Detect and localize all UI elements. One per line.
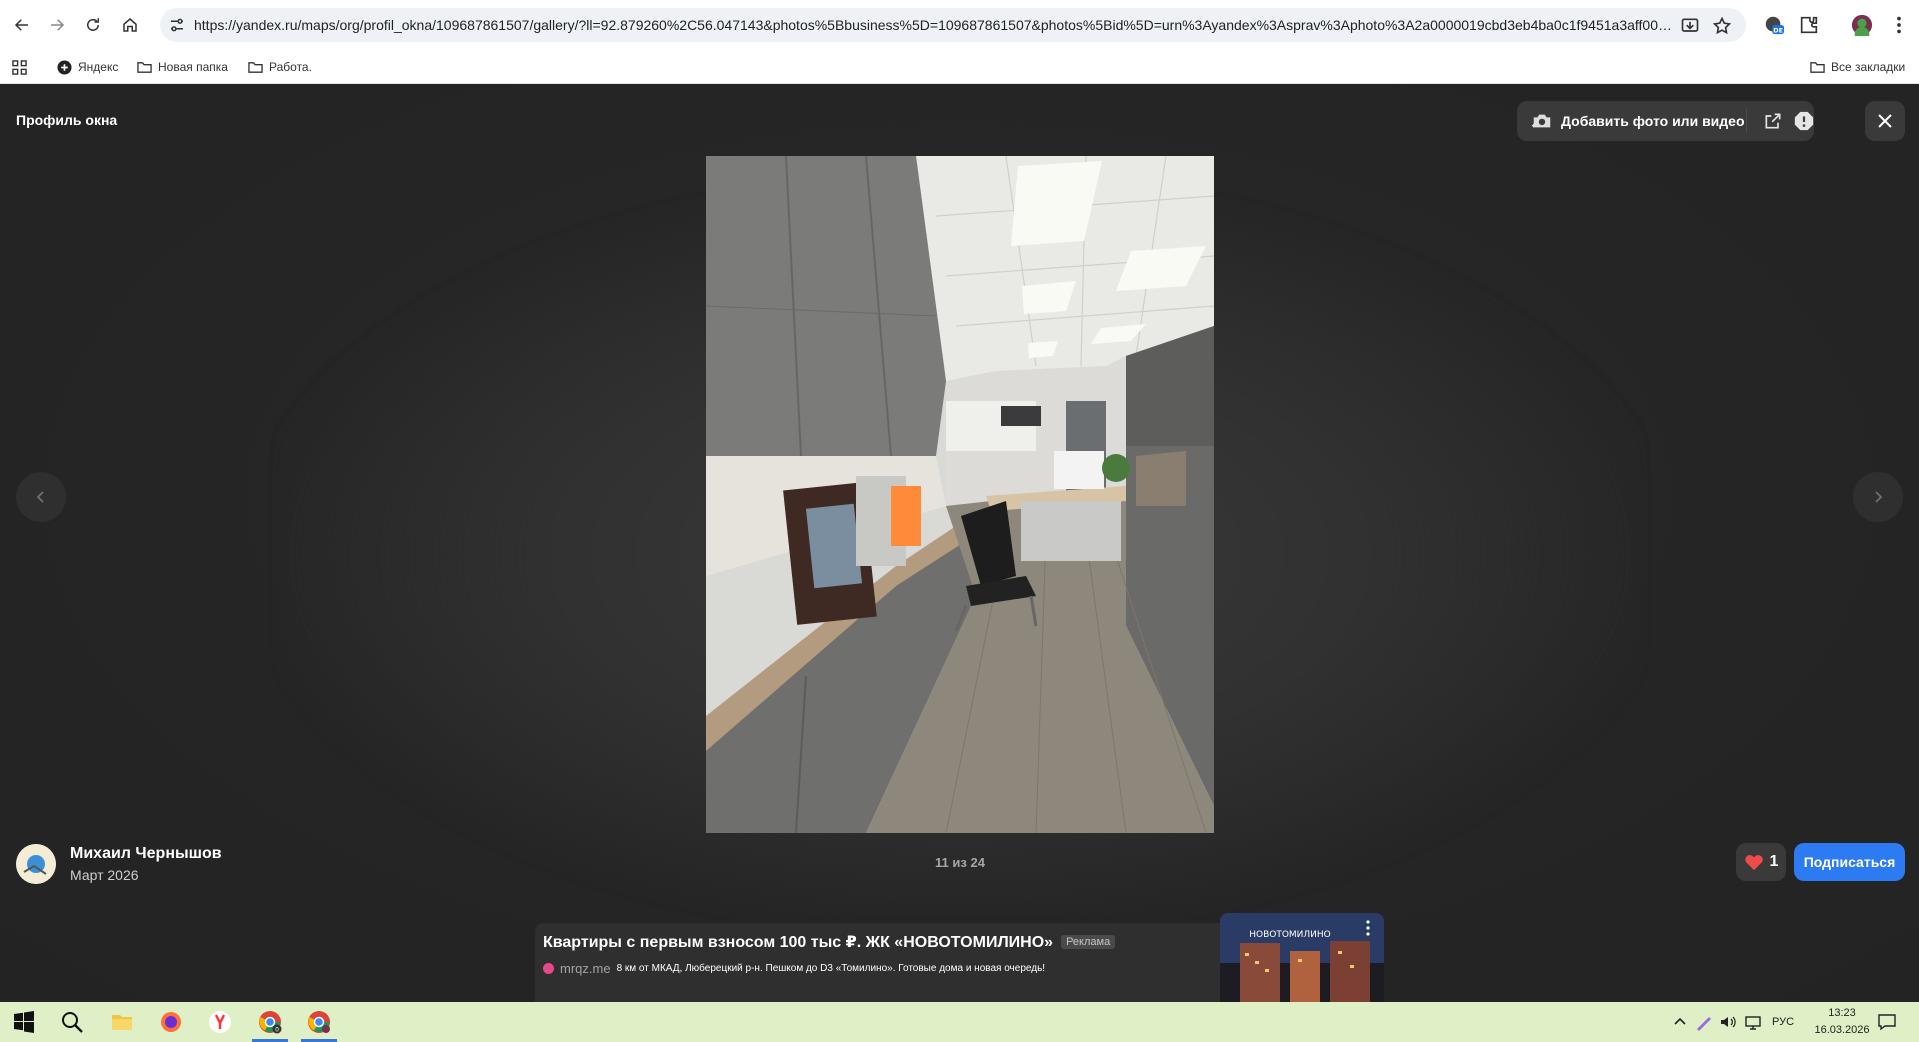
- svg-text:DE: DE: [1773, 26, 1783, 34]
- bookmark-label: Новая папка: [158, 60, 228, 74]
- network-icon[interactable]: [1744, 1013, 1762, 1031]
- file-explorer-icon[interactable]: [110, 1010, 134, 1034]
- add-photo-label: Добавить фото или видео: [1561, 113, 1745, 129]
- extensions-icon[interactable]: [1798, 14, 1820, 36]
- windows-start-icon[interactable]: [12, 1010, 36, 1034]
- toolbar-divider: [1746, 109, 1747, 133]
- chrome-icon[interactable]: 0: [258, 1010, 282, 1034]
- yandex-plus-icon: [57, 59, 72, 75]
- close-icon: [1878, 114, 1892, 128]
- office-interior-image: [706, 156, 1214, 833]
- clock-time[interactable]: 13:23: [1822, 1007, 1862, 1019]
- browser-toolbar: https://yandex.ru/maps/org/profil_okna/1…: [0, 0, 1919, 50]
- arrow-right-icon: [51, 19, 65, 31]
- report-icon[interactable]: [1793, 110, 1815, 132]
- bookmark-folder-work[interactable]: Работа.: [248, 58, 312, 76]
- viewer-toolbar: Добавить фото или видео: [1517, 101, 1814, 141]
- profile-avatar[interactable]: [1851, 14, 1873, 42]
- organization-title: Профиль окна: [16, 112, 118, 128]
- svg-text:НОВОТОМИЛИНО: НОВОТОМИЛИНО: [1249, 930, 1331, 940]
- svg-text:0: 0: [275, 1027, 279, 1034]
- folder-icon: [1810, 61, 1825, 73]
- all-bookmarks[interactable]: Все закладки: [1810, 58, 1905, 76]
- translate-extension-icon[interactable]: DE: [1763, 14, 1785, 36]
- install-app-icon[interactable]: [1680, 16, 1700, 36]
- apps-button[interactable]: [12, 58, 27, 76]
- yandex-browser-icon[interactable]: [208, 1010, 232, 1034]
- subscribe-button[interactable]: Подписаться: [1794, 843, 1905, 881]
- ad-domain[interactable]: mrqz.me: [560, 961, 611, 976]
- address-bar[interactable]: https://yandex.ru/maps/org/profil_okna/1…: [160, 8, 1746, 42]
- search-icon[interactable]: [60, 1010, 84, 1034]
- volume-icon[interactable]: [1719, 1013, 1737, 1031]
- site-settings-icon[interactable]: [168, 16, 186, 34]
- ad-label-badge: Реклама: [1061, 935, 1116, 949]
- ad-banner[interactable]: Квартиры с первым взносом 100 тыс ₽. ЖК …: [535, 913, 1384, 1002]
- chevron-right-icon: [1875, 491, 1883, 503]
- home-button[interactable]: [118, 13, 142, 37]
- ad-menu-icon[interactable]: [1362, 919, 1374, 937]
- firefox-icon[interactable]: [159, 1010, 183, 1034]
- bookmark-folder-new[interactable]: Новая папка: [137, 58, 228, 76]
- ad-building-image: НОВОТОМИЛИНО: [1220, 913, 1384, 1002]
- menu-dots-icon[interactable]: [1888, 14, 1910, 36]
- heart-icon: [1744, 855, 1763, 871]
- notifications-icon[interactable]: [1877, 1012, 1897, 1032]
- photo-viewer: Профиль окна Добавить фото или видео Мих…: [0, 84, 1919, 1002]
- bookmark-yandex[interactable]: Яндекс: [57, 58, 118, 76]
- forward-button[interactable]: [45, 13, 69, 37]
- photo-date: Март 2026: [70, 867, 139, 883]
- chrome-profile-icon[interactable]: [307, 1010, 331, 1034]
- ad-subtitle-row: mrqz.me 8 км от МКАД, Люберецкий р-н. Пе…: [543, 961, 1045, 976]
- like-button[interactable]: 1: [1736, 843, 1786, 881]
- next-photo-button[interactable]: [1853, 472, 1903, 522]
- author-name[interactable]: Михаил Чернышов: [70, 845, 222, 863]
- ad-title-row[interactable]: Квартиры с первым взносом 100 тыс ₽. ЖК …: [543, 932, 1116, 952]
- author-avatar[interactable]: [16, 844, 56, 884]
- url-text[interactable]: https://yandex.ru/maps/org/profil_okna/1…: [194, 17, 1674, 33]
- folder-icon: [137, 61, 152, 73]
- ad-favicon-icon: [543, 963, 554, 974]
- photo-counter: 11 из 24: [935, 855, 985, 870]
- bookmark-star-icon[interactable]: [1712, 16, 1732, 36]
- tray-chevron-up-icon[interactable]: [1672, 1014, 1688, 1030]
- apps-grid-icon: [12, 59, 27, 75]
- chevron-left-icon: [36, 491, 44, 503]
- bookmark-label: Яндекс: [78, 60, 119, 74]
- reload-icon: [87, 18, 99, 31]
- close-button[interactable]: [1865, 101, 1905, 141]
- add-photo-button[interactable]: Добавить фото или видео: [1531, 109, 1745, 133]
- pen-icon[interactable]: [1695, 1013, 1713, 1031]
- all-bookmarks-label: Все закладки: [1831, 60, 1906, 74]
- camera-icon: [1531, 114, 1551, 128]
- avatar-image: [16, 844, 56, 884]
- ad-title[interactable]: Квартиры с первым взносом 100 тыс ₽. ЖК …: [543, 934, 1053, 951]
- share-icon[interactable]: [1763, 111, 1783, 131]
- reload-button[interactable]: [81, 13, 105, 37]
- home-icon: [123, 18, 137, 32]
- like-count: 1: [1769, 853, 1779, 870]
- bookmark-label: Работа.: [269, 60, 312, 74]
- photo-author[interactable]: Михаил Чернышов Март 2026: [16, 844, 222, 884]
- back-button[interactable]: [10, 13, 34, 37]
- ad-image[interactable]: НОВОТОМИЛИНО: [1220, 913, 1384, 1002]
- gallery-photo[interactable]: [706, 156, 1214, 833]
- bookmarks-bar: Яндекс Новая папка Работа. Все закладки: [0, 50, 1919, 84]
- windows-taskbar: 0 РУС 13:23 16.03.2026: [0, 1002, 1919, 1042]
- ad-text: 8 км от МКАД, Люберецкий р-н. Пешком до …: [616, 963, 1046, 974]
- previous-photo-button[interactable]: [16, 472, 66, 522]
- folder-icon: [248, 61, 263, 73]
- language-indicator[interactable]: РУС: [1772, 1016, 1794, 1028]
- arrow-left-icon: [14, 19, 28, 31]
- clock-date[interactable]: 16.03.2026: [1806, 1024, 1878, 1036]
